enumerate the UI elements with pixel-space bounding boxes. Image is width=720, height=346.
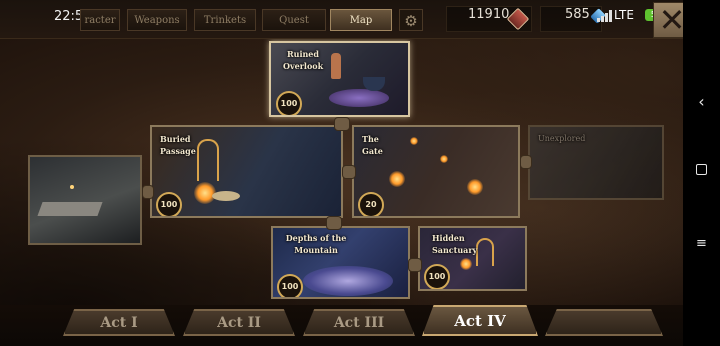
tile-label: Hidden Sanctuary [432, 233, 478, 255]
secondary-currency-value: 585 [565, 7, 590, 22]
level-badge: 20 [358, 192, 384, 216]
brazier-fire-icon [389, 171, 405, 187]
act-tab-label: Act IV [454, 312, 506, 330]
map-tile-partial-left[interactable] [28, 155, 142, 245]
tab-act-4[interactable]: Act IV [422, 305, 538, 336]
map-tile-depths-of-the-mountain[interactable]: Depths of the Mountain 100 [271, 226, 410, 299]
tile-label: Unexplored [538, 134, 586, 143]
tile-label: The Gate [362, 134, 383, 156]
act-tab-label: Act I [100, 315, 138, 331]
archway-icon [476, 238, 494, 266]
map-tile-the-gate[interactable]: The Gate 20 [352, 125, 520, 218]
tab-label: racter [84, 15, 116, 26]
act-tab-label: Act III [333, 315, 385, 331]
map-tile-hidden-sanctuary[interactable]: Hidden Sanctuary 100 [418, 226, 527, 291]
android-nav-bar: ‹ ≡ [683, 0, 720, 346]
map-tile-unexplored[interactable]: Unexplored [528, 125, 664, 200]
tab-label: Weapons [134, 15, 180, 26]
brazier-fire-icon [460, 258, 472, 270]
hero-figure-icon [331, 53, 341, 79]
tile-connector [408, 258, 422, 272]
torch-fire-icon [410, 137, 418, 145]
tab-weapons[interactable]: Weapons [127, 9, 187, 31]
tile-label: Depths of the Mountain [285, 233, 347, 255]
tab-character[interactable]: racter [80, 9, 120, 31]
glowing-ground-icon [303, 266, 393, 296]
tab-trinkets[interactable]: Trinkets [194, 9, 256, 31]
tile-label: Ruined Overlook [283, 49, 324, 71]
tab-label: Trinkets [203, 15, 247, 26]
purple-rug-icon [329, 89, 389, 107]
tile-connector [520, 155, 532, 169]
recents-icon[interactable]: ≡ [683, 236, 720, 251]
tab-quest[interactable]: Quest [262, 9, 326, 31]
home-icon[interactable] [683, 164, 720, 175]
tab-label: Quest [279, 15, 309, 26]
archway-icon [197, 139, 219, 181]
act-tab-label: Act II [217, 315, 261, 331]
tab-label: Map [349, 15, 373, 26]
table-icon [37, 202, 103, 216]
brazier-fire-icon [467, 179, 483, 195]
gear-icon[interactable]: ⚙ [399, 9, 423, 31]
tab-act-2[interactable]: Act II [183, 309, 295, 336]
level-badge: 100 [277, 274, 303, 297]
top-bar: 22:56 racter Weapons Trinkets Quest Map … [0, 0, 691, 39]
tile-connector [326, 216, 342, 230]
lamp-icon [70, 185, 74, 189]
tab-act-1[interactable]: Act I [63, 309, 175, 336]
tile-connector [342, 165, 356, 179]
torch-fire-icon [440, 155, 448, 163]
tab-map[interactable]: Map [330, 9, 392, 31]
tile-label: Buried Passage [160, 134, 196, 156]
back-icon[interactable]: ‹ [683, 92, 720, 111]
map-tile-ruined-overlook[interactable]: Ruined Overlook 100 [269, 41, 410, 117]
map-tile-buried-passage[interactable]: Buried Passage 100 [150, 125, 343, 218]
level-badge: 100 [276, 91, 302, 115]
level-badge: 100 [156, 192, 182, 216]
primary-currency-value: 11910 [468, 7, 510, 22]
tile-connector [142, 185, 154, 199]
level-badge: 100 [424, 264, 450, 289]
tile-connector [334, 117, 350, 131]
tab-act-5[interactable] [545, 309, 663, 336]
signal-strength-icon [597, 10, 613, 22]
wheel-icon [212, 191, 240, 201]
tab-act-3[interactable]: Act III [303, 309, 415, 336]
network-type: LTE [614, 8, 634, 22]
